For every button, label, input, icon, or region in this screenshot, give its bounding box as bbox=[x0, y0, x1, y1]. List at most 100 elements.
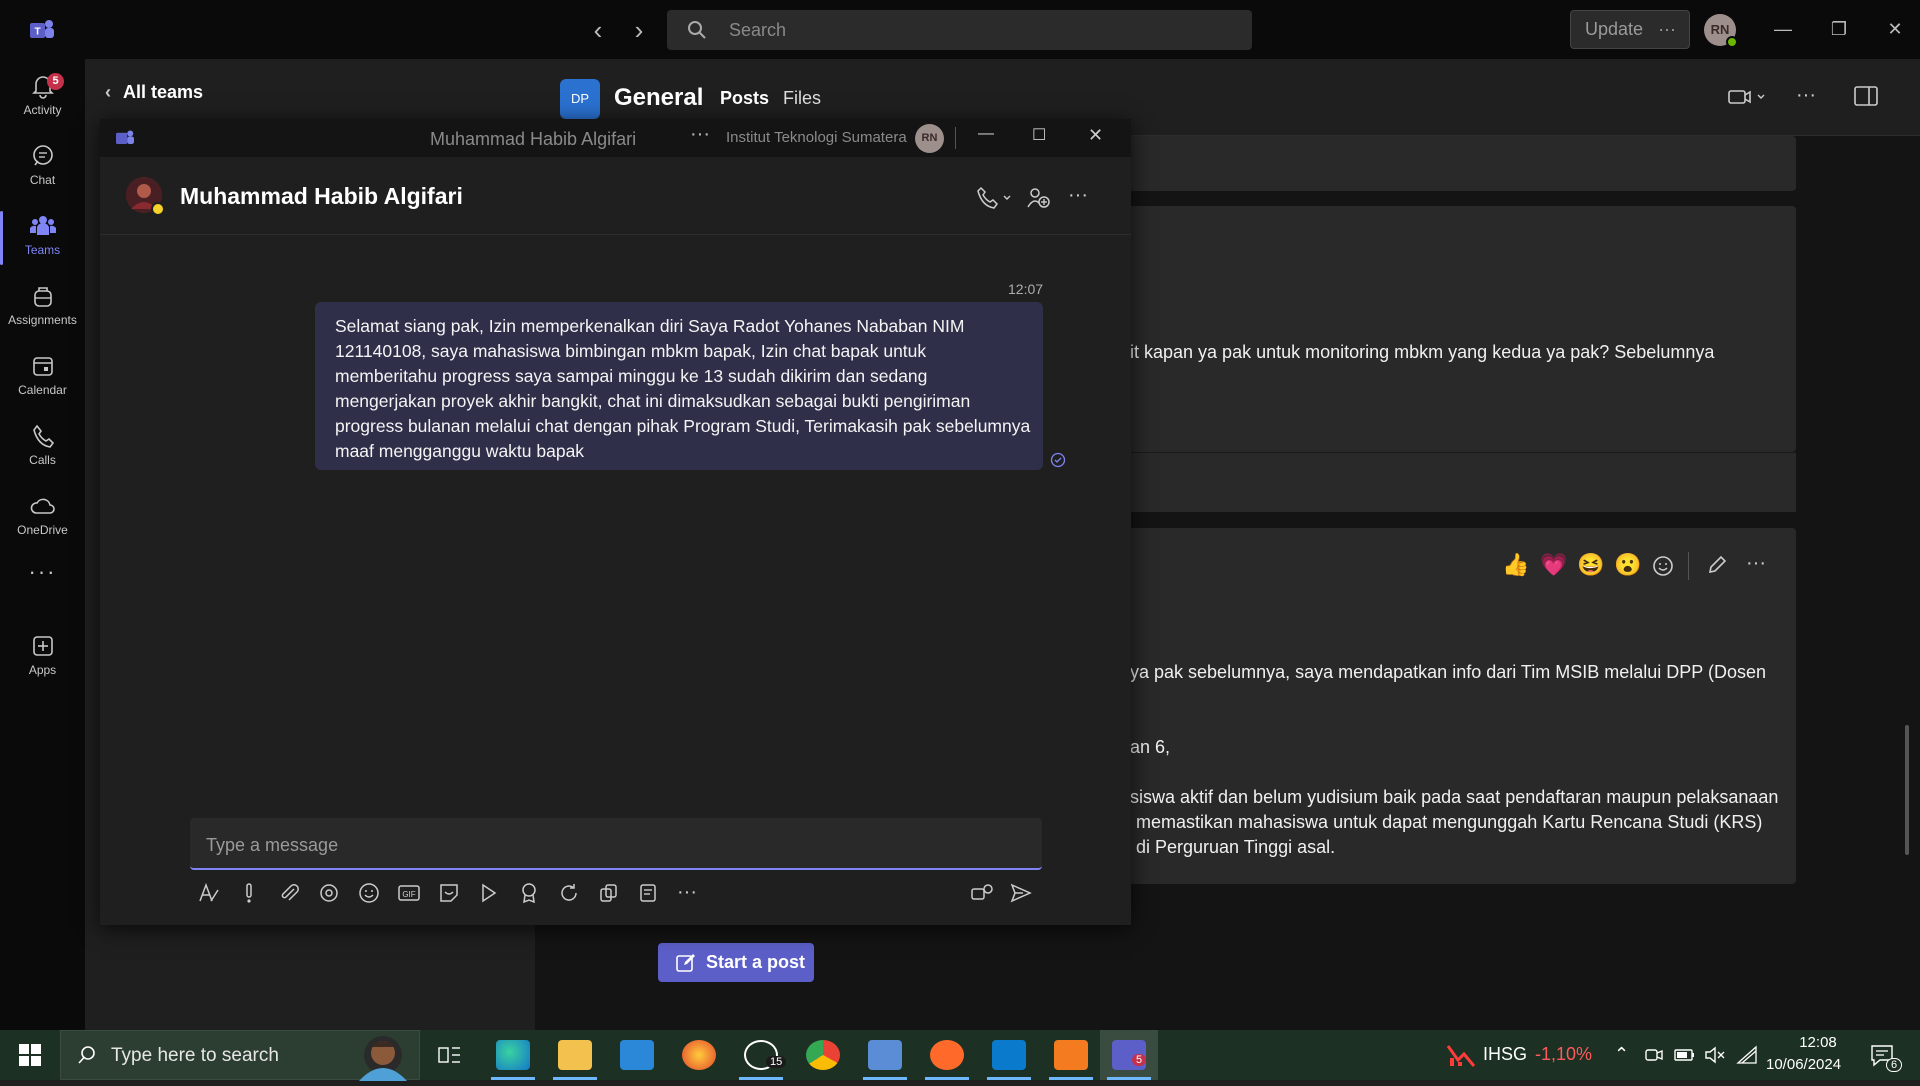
clock-time[interactable]: 12:08 bbox=[1788, 1034, 1848, 1051]
copy-icon[interactable] bbox=[597, 881, 623, 907]
taskbar-search[interactable]: Type here to search bbox=[60, 1030, 420, 1081]
post-more-icon[interactable]: ··· bbox=[1746, 552, 1766, 575]
search-input[interactable]: Search bbox=[667, 10, 1252, 50]
important-icon[interactable] bbox=[237, 881, 263, 907]
app-rail: 5 Activity Chat Teams Assignments Calend… bbox=[0, 59, 85, 1030]
tab-posts[interactable]: Posts bbox=[720, 88, 769, 109]
add-reaction-icon[interactable] bbox=[1652, 554, 1676, 583]
update-more-icon: ··· bbox=[1658, 19, 1677, 39]
format-icon[interactable] bbox=[197, 881, 223, 907]
compose-more-icon[interactable]: ··· bbox=[677, 881, 703, 907]
tab-files[interactable]: Files bbox=[783, 88, 821, 109]
notification-center-icon[interactable]: 6 bbox=[1870, 1044, 1903, 1073]
start-post-button[interactable]: Start a post bbox=[658, 943, 814, 982]
rail-item-onedrive[interactable]: OneDrive bbox=[0, 485, 85, 549]
stock-chart-icon[interactable] bbox=[1446, 1042, 1476, 1073]
post-text-line: ya pak sebelumnya, saya mendapatkan info… bbox=[1130, 662, 1766, 682]
rail-item-calls[interactable]: Calls bbox=[0, 415, 85, 479]
message-bubble[interactable]: Selamat siang pak, Izin memperkenalkan d… bbox=[315, 302, 1043, 470]
ihsg-change: -1,10% bbox=[1535, 1044, 1593, 1064]
teams-taskbar-icon[interactable]: 5 bbox=[1112, 1040, 1147, 1070]
xampp-icon[interactable] bbox=[1054, 1040, 1088, 1070]
teams-badge: 5 bbox=[1132, 1054, 1147, 1066]
side-panel-icon[interactable] bbox=[1854, 86, 1878, 111]
clock-date[interactable]: 10/06/2024 bbox=[1766, 1056, 1841, 1073]
call-icon[interactable] bbox=[976, 186, 1016, 215]
update-button[interactable]: Update ··· bbox=[1570, 10, 1690, 49]
file-explorer-icon[interactable] bbox=[558, 1040, 592, 1070]
postman-icon[interactable] bbox=[930, 1040, 964, 1070]
minimize-icon[interactable]: — bbox=[1768, 14, 1798, 44]
channel-more-icon[interactable]: ··· bbox=[1796, 84, 1816, 107]
audio-message-icon[interactable] bbox=[969, 881, 995, 907]
battery-icon[interactable] bbox=[1674, 1048, 1696, 1067]
like-reaction-icon[interactable]: 👍 bbox=[1502, 552, 1529, 578]
mail-icon[interactable] bbox=[620, 1040, 654, 1070]
contact-avatar[interactable] bbox=[126, 177, 165, 216]
rail-label: Assignments bbox=[8, 313, 77, 327]
search-icon bbox=[77, 1045, 97, 1070]
minimize-icon[interactable]: — bbox=[978, 125, 994, 143]
chat-more-icon[interactable]: ··· bbox=[1068, 184, 1088, 207]
refresh-icon[interactable] bbox=[557, 881, 583, 907]
rail-item-assignments[interactable]: Assignments bbox=[0, 275, 85, 339]
rail-label: Chat bbox=[29, 173, 56, 187]
rail-item-teams[interactable]: Teams bbox=[0, 205, 85, 269]
vscode-icon[interactable] bbox=[992, 1040, 1026, 1070]
scrollbar[interactable] bbox=[1905, 725, 1909, 855]
attach-icon[interactable] bbox=[277, 881, 303, 907]
heart-reaction-icon[interactable]: 💗 bbox=[1540, 552, 1567, 578]
seen-check-icon bbox=[1050, 452, 1066, 473]
maximize-icon[interactable]: ☐ bbox=[1032, 125, 1046, 145]
task-view-icon[interactable] bbox=[436, 1042, 462, 1073]
start-post-label: Start a post bbox=[706, 952, 806, 972]
rail-item-apps[interactable]: Apps bbox=[0, 625, 85, 689]
search-icon bbox=[687, 20, 707, 40]
chrome-icon[interactable] bbox=[806, 1040, 840, 1070]
chat-icon bbox=[32, 145, 53, 166]
search-highlight-icon bbox=[345, 1031, 419, 1086]
sticker-icon[interactable] bbox=[437, 881, 463, 907]
windows-start-icon[interactable] bbox=[18, 1043, 42, 1072]
wifi-icon[interactable] bbox=[1736, 1045, 1758, 1070]
all-teams-link[interactable]: ‹ All teams bbox=[105, 82, 203, 103]
emoji-icon[interactable] bbox=[357, 881, 383, 907]
message-line: 121140108, saya mahasiswa bimbingan mbkm… bbox=[335, 341, 927, 361]
edit-icon[interactable] bbox=[1706, 554, 1728, 581]
forward-arrow-icon[interactable]: › bbox=[625, 16, 653, 44]
chevron-up-icon[interactable]: ⌃ bbox=[1614, 1044, 1629, 1065]
add-people-icon[interactable] bbox=[1026, 186, 1050, 215]
meet-now-icon[interactable] bbox=[1644, 1046, 1664, 1069]
firefox-icon[interactable] bbox=[682, 1040, 716, 1070]
edge-icon[interactable] bbox=[496, 1040, 530, 1070]
rail-item-chat[interactable]: Chat bbox=[0, 135, 85, 199]
popup-title-bar: Muhammad Habib Algifari ··· Institut Tek… bbox=[100, 119, 1131, 157]
gif-icon[interactable]: GIF bbox=[397, 881, 423, 907]
volume-muted-icon[interactable] bbox=[1704, 1046, 1726, 1069]
loop-icon[interactable] bbox=[317, 881, 343, 907]
more-apps-button[interactable]: ··· bbox=[0, 559, 85, 599]
close-icon[interactable]: ✕ bbox=[1880, 14, 1910, 44]
rail-item-calendar[interactable]: Calendar bbox=[0, 345, 85, 409]
laugh-reaction-icon[interactable]: 😆 bbox=[1577, 552, 1604, 578]
send-icon[interactable] bbox=[1009, 881, 1035, 907]
back-arrow-icon[interactable]: ‹ bbox=[584, 16, 612, 44]
schedule-meeting-icon[interactable] bbox=[477, 881, 503, 907]
forms-icon[interactable] bbox=[637, 881, 663, 907]
video-call-icon[interactable] bbox=[1728, 86, 1768, 113]
org-avatar[interactable]: RN bbox=[915, 124, 944, 153]
praise-icon[interactable] bbox=[517, 881, 543, 907]
rail-item-activity[interactable]: 5 Activity bbox=[0, 65, 85, 129]
post-text-line: siswa aktif dan belum yudisium baik pada… bbox=[1130, 787, 1779, 807]
popup-more-icon[interactable]: ··· bbox=[690, 123, 710, 146]
whatsapp-icon[interactable]: 15 bbox=[744, 1040, 787, 1070]
message-line: progress bulanan melalui chat dengan pih… bbox=[335, 416, 1031, 436]
remote-desktop-icon[interactable] bbox=[868, 1040, 902, 1070]
post-text-line: di Perguruan Tinggi asal. bbox=[1136, 837, 1336, 857]
presence-available-icon bbox=[1726, 36, 1738, 48]
restore-icon[interactable]: ❐ bbox=[1824, 14, 1854, 44]
close-icon[interactable]: ✕ bbox=[1088, 125, 1103, 146]
user-avatar[interactable]: RN bbox=[1704, 14, 1738, 48]
teams-logo-icon bbox=[114, 129, 136, 152]
surprised-reaction-icon[interactable]: 😮 bbox=[1614, 552, 1641, 578]
